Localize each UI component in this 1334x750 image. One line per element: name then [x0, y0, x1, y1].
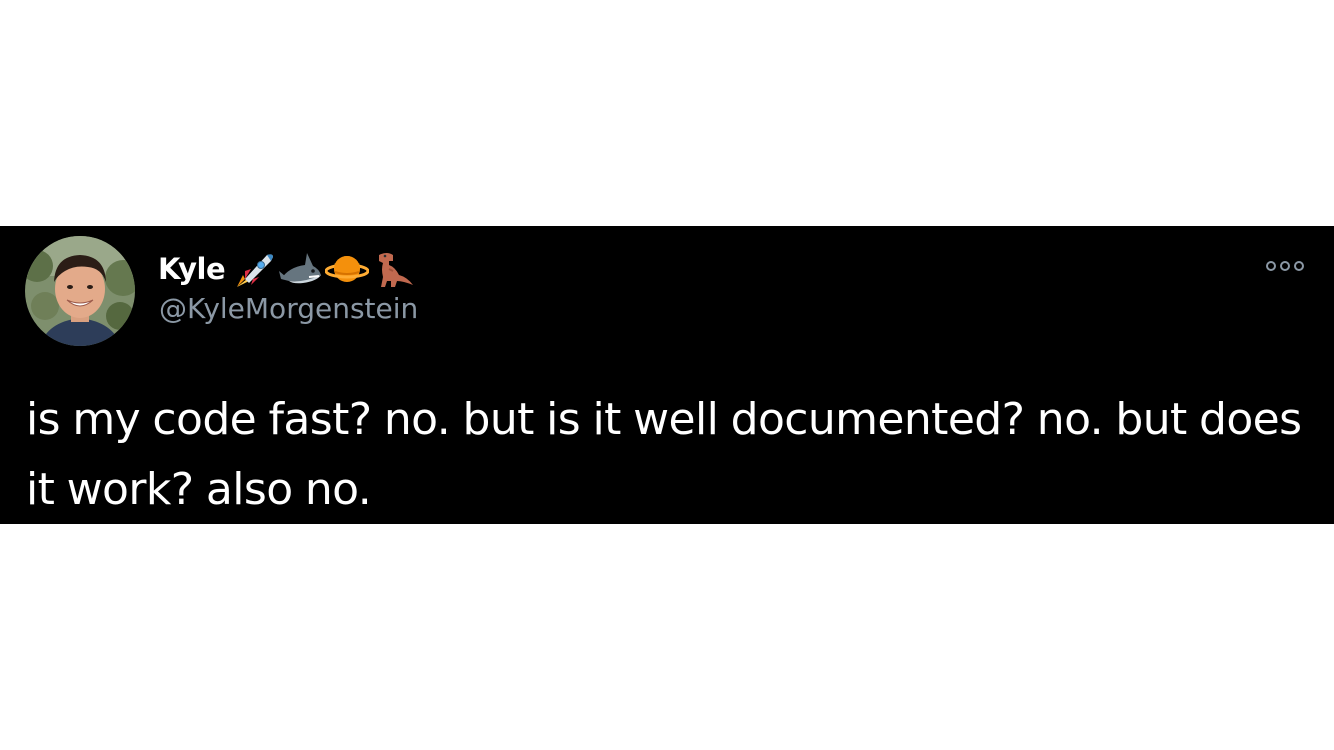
avatar-photo: [25, 236, 135, 346]
author-display-name[interactable]: Kyle: [158, 252, 226, 286]
t-rex-icon: [371, 249, 415, 289]
rocket-icon: [233, 249, 277, 289]
tweet-card: Kyle @KyleMorgenstein is my code fast? n…: [0, 226, 1334, 524]
author-handle[interactable]: @KyleMorgenstein: [159, 292, 418, 325]
ringed-planet-icon: [325, 249, 370, 289]
shark-icon: [279, 249, 323, 289]
author-name-row: Kyle: [158, 248, 415, 290]
avatar[interactable]: [25, 236, 135, 346]
page: Kyle @KyleMorgenstein is my code fast? n…: [0, 0, 1334, 750]
more-options-icon[interactable]: [1262, 254, 1308, 278]
tweet-text: is my code fast? no. but is it well docu…: [26, 394, 1302, 515]
